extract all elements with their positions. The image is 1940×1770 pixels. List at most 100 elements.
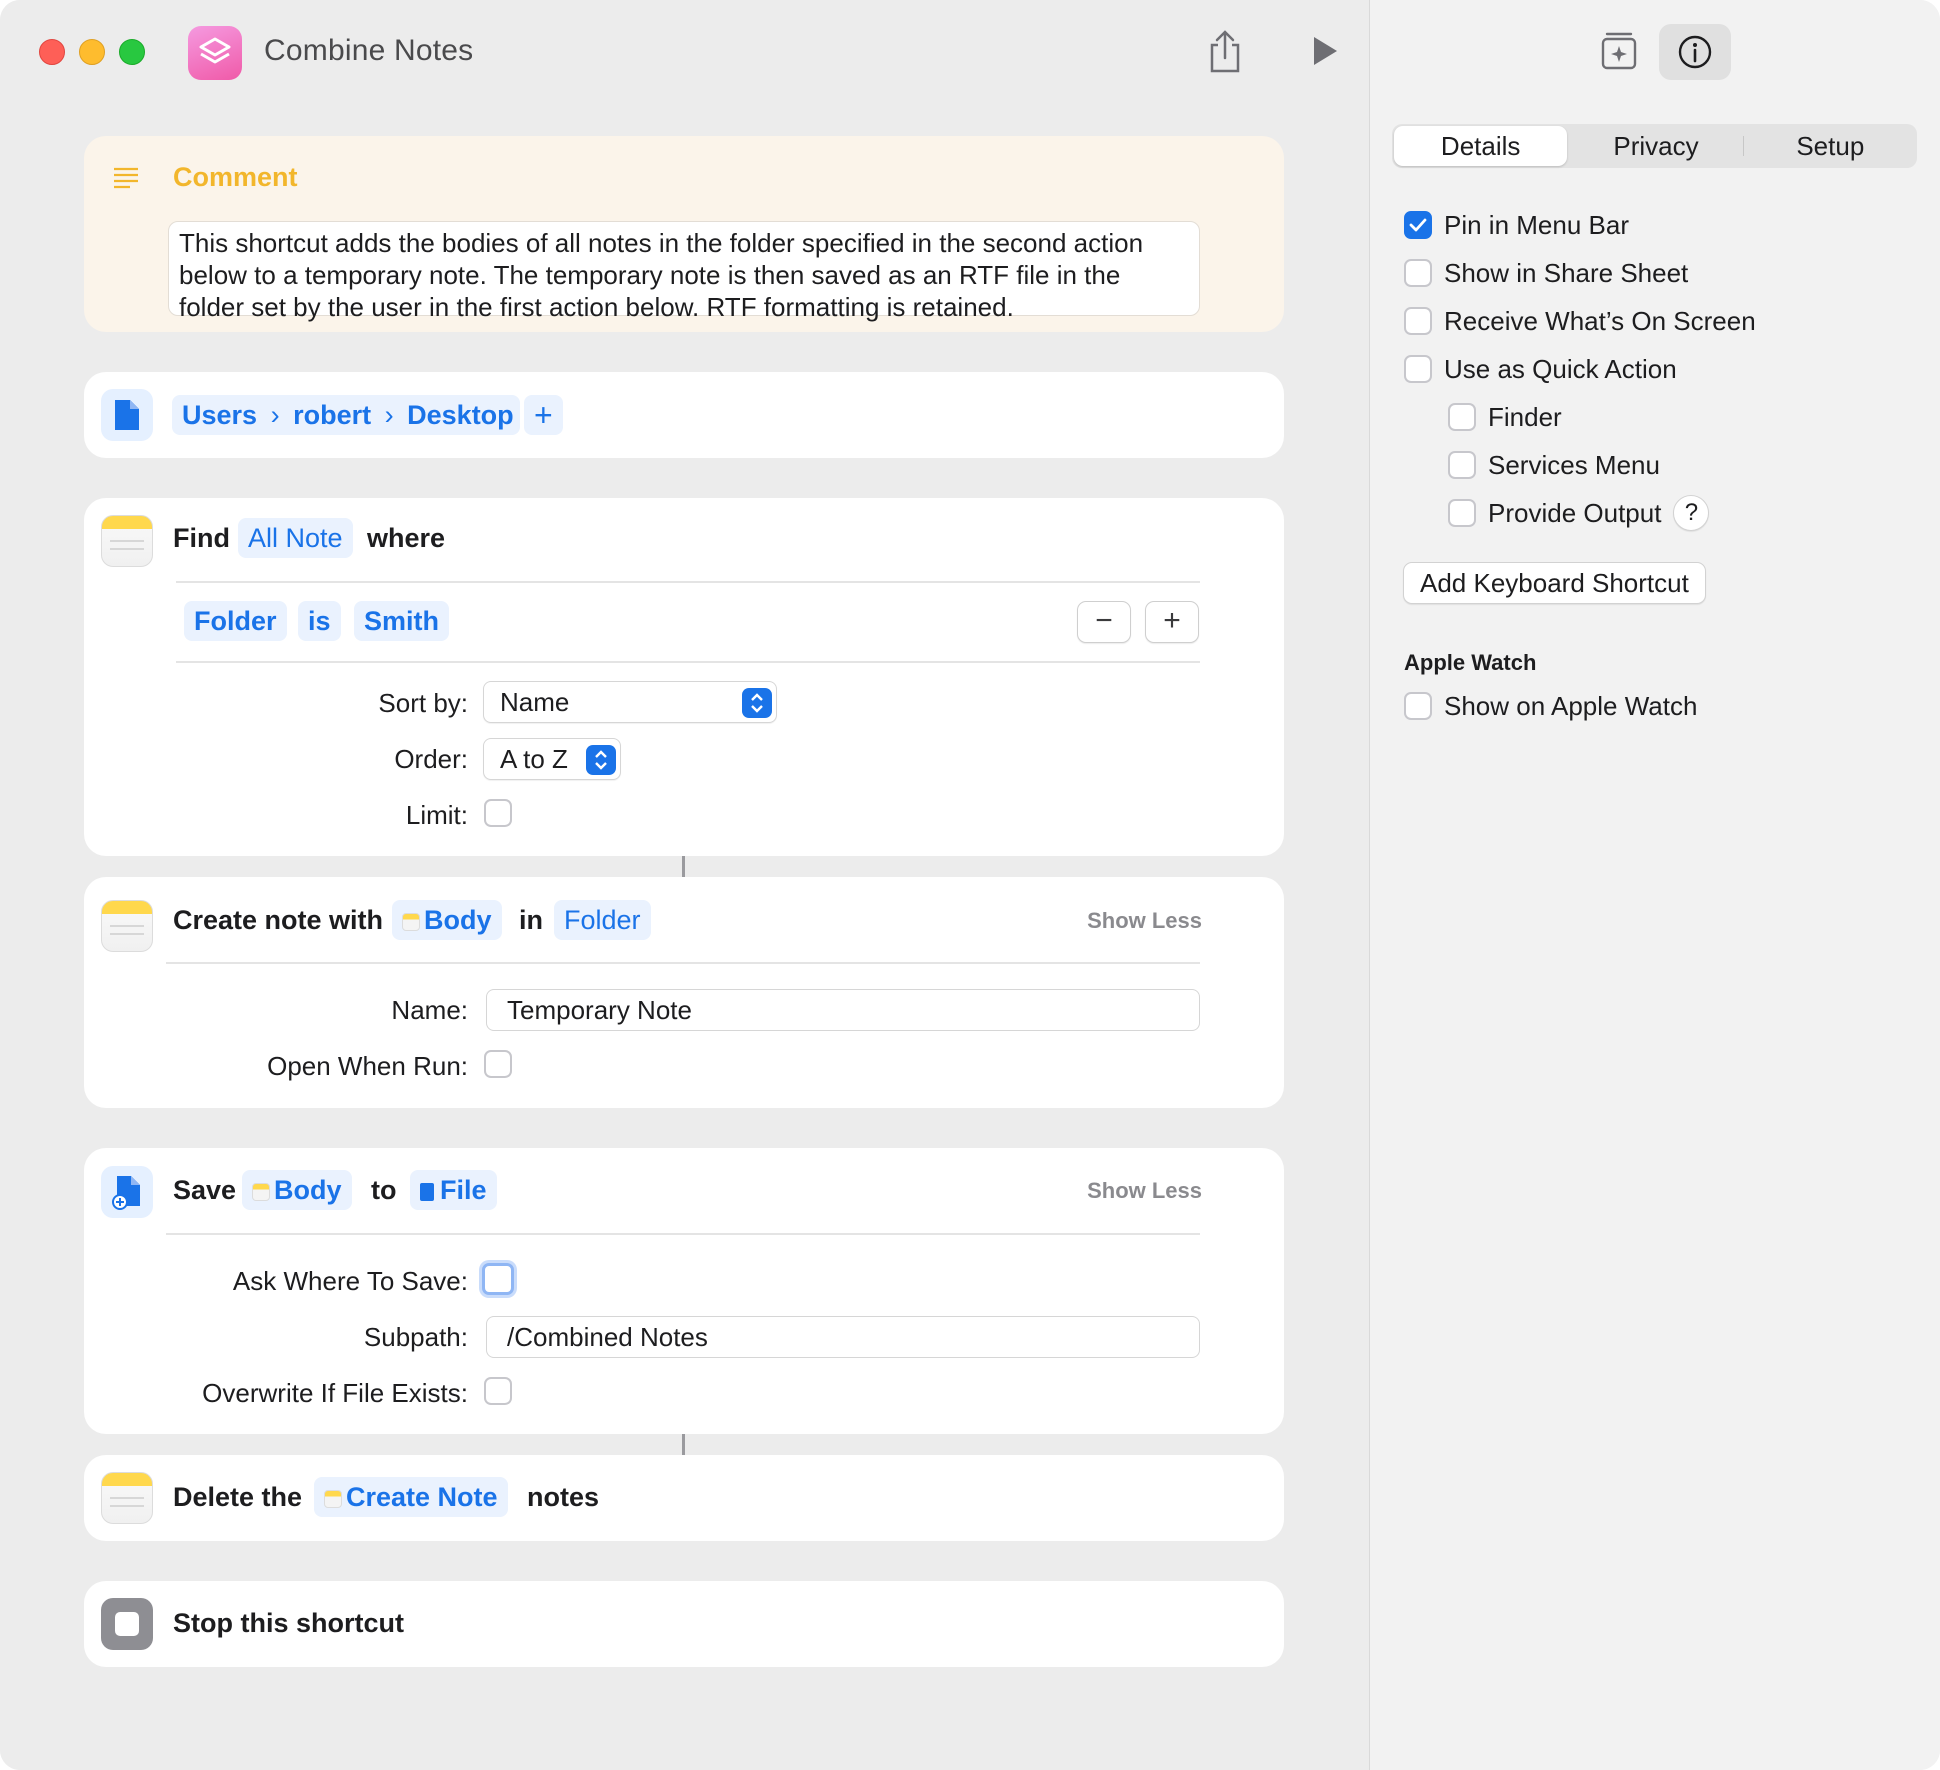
comment-title: Comment [173,162,298,192]
order-label: Order: [394,744,468,774]
sort-by-popup[interactable]: Name [483,681,777,723]
add-path-button[interactable]: + [524,395,563,435]
save-document-icon [101,1166,153,1218]
apple-watch-label: Show on Apple Watch [1444,690,1698,721]
minimize-window-button[interactable] [79,39,105,65]
notes-mini-icon [324,1490,342,1508]
shortcuts-logo-icon [199,37,231,64]
notes-mini-icon [402,913,420,931]
comment-text-field[interactable]: This shortcut adds the bodies of all not… [168,221,1200,322]
path-breadcrumb[interactable]: Users › robert › Desktop [172,395,520,435]
body-token-label: Body [274,1175,342,1205]
add-filter-button[interactable]: + [1145,601,1199,643]
shortcuts-window: Combine Notes Comment This shortcut adds… [0,0,1940,1770]
shortcut-editor: Combine Notes Comment This shortcut adds… [0,0,1369,1770]
note-name-field[interactable]: Temporary Note [486,989,1200,1031]
finder-checkbox[interactable] [1448,403,1476,431]
provide-output-checkbox[interactable] [1448,499,1476,527]
save-file-action[interactable]: Save Body to File Show Less Ask Where To… [84,1148,1284,1434]
stop-shortcut-action[interactable]: Stop this shortcut [84,1581,1284,1667]
file-mini-icon [420,1183,434,1201]
zoom-window-button[interactable] [119,39,145,65]
stop-label: Stop this shortcut [173,1608,404,1638]
quick-action-checkbox[interactable] [1404,355,1432,383]
body-variable-token[interactable]: Body [242,1170,352,1210]
run-icon[interactable] [1310,34,1340,68]
share-icon[interactable] [1207,30,1243,74]
create-note-variable-token[interactable]: Create Note [314,1477,508,1517]
chevron-right-icon: › [384,400,394,430]
info-icon[interactable] [1659,24,1731,80]
create-note-action[interactable]: Create note with Body in Folder Show Les… [84,877,1284,1108]
open-when-run-label: Open When Run: [267,1051,468,1081]
limit-checkbox[interactable] [484,799,512,827]
pin-menu-bar-option[interactable]: Pin in Menu Bar [1404,209,1629,241]
filter-value-token[interactable]: Smith [354,601,450,641]
share-sheet-checkbox[interactable] [1404,259,1432,287]
order-popup[interactable]: A to Z [483,738,621,780]
remove-filter-button[interactable]: − [1077,601,1131,643]
find-notes-action[interactable]: Find All Note where Folder is Smith − + … [84,498,1284,856]
on-screen-label: Receive What’s On Screen [1444,305,1756,336]
checkmark-icon [1409,218,1427,232]
services-menu-label: Services Menu [1488,449,1660,480]
limit-label: Limit: [405,800,468,830]
subpath-field[interactable]: /Combined Notes [486,1316,1200,1358]
file-variable-token[interactable]: File [410,1170,497,1210]
entity-token[interactable]: All Note [238,518,353,558]
ask-where-label: Ask Where To Save: [232,1266,468,1296]
in-label: in [519,905,543,935]
inspector-tabs: Details Privacy Setup [1392,124,1917,168]
quick-action-option[interactable]: Use as Quick Action [1404,353,1677,385]
order-value: A to Z [500,744,568,774]
divider [166,1233,1200,1235]
finder-option[interactable]: Finder [1448,401,1562,433]
overwrite-checkbox[interactable] [484,1377,512,1405]
tab-details[interactable]: Details [1394,126,1568,166]
name-label: Name: [391,995,468,1025]
body-variable-token[interactable]: Body [392,900,502,940]
path-segment-desktop[interactable]: Desktop [407,400,514,430]
action-connector [682,856,685,877]
ask-where-checkbox[interactable] [482,1263,514,1295]
notes-app-icon [101,1472,153,1524]
folder-action[interactable]: Users › robert › Desktop + [84,372,1284,458]
pin-menu-bar-checkbox[interactable] [1404,211,1432,239]
filter-operator-token[interactable]: is [298,601,341,641]
apple-watch-checkbox[interactable] [1404,692,1432,720]
services-menu-option[interactable]: Services Menu [1448,449,1660,481]
tab-privacy[interactable]: Privacy [1569,124,1742,168]
chevron-up-down-icon [586,745,616,775]
share-sheet-option[interactable]: Show in Share Sheet [1404,257,1688,289]
action-library-icon[interactable] [1598,30,1640,72]
help-button[interactable]: ? [1673,495,1710,531]
apple-watch-heading: Apple Watch [1404,650,1537,675]
share-sheet-label: Show in Share Sheet [1444,257,1689,288]
path-segment-users[interactable]: Users [182,400,257,430]
tab-setup[interactable]: Setup [1744,124,1917,168]
show-less-button[interactable]: Show Less [1087,1178,1202,1204]
services-menu-checkbox[interactable] [1448,451,1476,479]
close-window-button[interactable] [39,39,65,65]
window-title[interactable]: Combine Notes [264,34,473,68]
apple-watch-option[interactable]: Show on Apple Watch [1404,690,1697,722]
comment-action[interactable]: Comment This shortcut adds the bodies of… [84,136,1284,332]
on-screen-checkbox[interactable] [1404,307,1432,335]
find-label: Find [173,523,230,553]
folder-token[interactable]: Folder [554,900,651,940]
add-keyboard-shortcut-button[interactable]: Add Keyboard Shortcut [1403,562,1706,604]
show-less-button[interactable]: Show Less [1087,908,1202,934]
notes-suffix-label: notes [527,1482,600,1512]
open-when-run-checkbox[interactable] [484,1050,512,1078]
path-segment-robert[interactable]: robert [293,400,371,430]
sort-by-label: Sort by: [378,688,468,718]
provide-output-option[interactable]: Provide Output ? [1448,495,1710,531]
shortcut-icon[interactable] [188,26,242,80]
notes-app-icon [101,900,153,952]
on-screen-option[interactable]: Receive What’s On Screen [1404,305,1756,337]
provide-output-label: Provide Output [1488,497,1662,528]
chevron-right-icon: › [270,400,280,430]
details-inspector: Details Privacy Setup Pin in Menu Bar Sh… [1369,0,1940,1770]
filter-field-token[interactable]: Folder [184,601,287,641]
delete-notes-action[interactable]: Delete the Create Note notes [84,1455,1284,1541]
